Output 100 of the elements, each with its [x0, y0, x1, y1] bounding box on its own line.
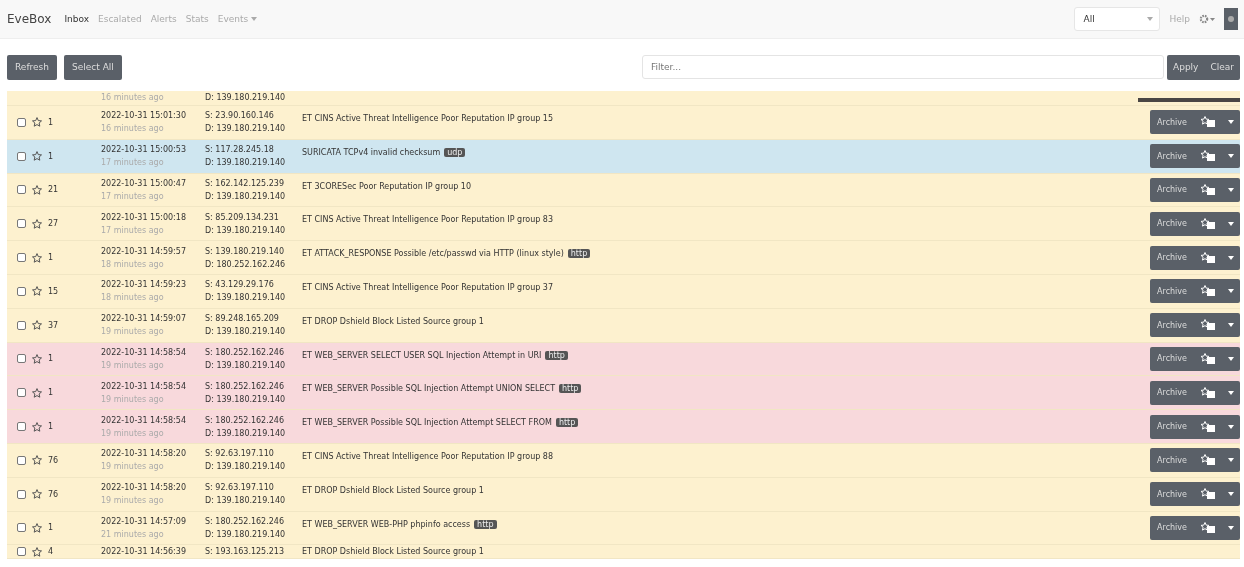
- star-folder-icon: [1200, 454, 1216, 467]
- source-address: S: 180.252.162.246: [205, 516, 286, 526]
- alert-row[interactable]: 1 2022-10-31 15:00:53 17 minutes ago S: 117.28.245.18 D: 139.180.219.140 SURICATA TCPv4 invalid checksum udp Archive: [7, 139, 1240, 174]
- star-icon[interactable]: [32, 489, 42, 500]
- timestamp: 2022-10-31 14:59:57: [101, 246, 187, 256]
- checkbox[interactable]: [17, 253, 26, 263]
- alert-message: ET WEB_SERVER WEB-PHP phpinfo access: [302, 519, 471, 529]
- protocol-tag: http: [474, 519, 497, 529]
- star-folder-icon: [1200, 116, 1216, 129]
- event-count: 21: [48, 185, 59, 195]
- event-count: 1: [48, 253, 54, 263]
- alert-row[interactable]: 1 2022-10-31 14:58:54 19 minutes ago S: 180.252.162.246 D: 139.180.219.140 ET WEB_SERVER Possible SQL Injection Attempt SELECT FROM http Archive: [7, 410, 1240, 444]
- source-address: S: 117.28.245.18: [205, 145, 275, 155]
- source-address: S: 180.252.162.246: [205, 415, 286, 425]
- checkbox[interactable]: [17, 547, 26, 557]
- alert-row[interactable]: 16 minutes ago D: 139.180.219.140: [7, 91, 1240, 106]
- checkbox[interactable]: [17, 286, 26, 296]
- star-icon[interactable]: [32, 286, 42, 297]
- filter-button[interactable]: Apply: [1167, 54, 1205, 80]
- star-icon[interactable]: [32, 387, 42, 398]
- checkbox[interactable]: [17, 489, 26, 499]
- toolbar-button[interactable]: Select All: [64, 54, 122, 80]
- alert-message: ET WEB_SERVER Possible SQL Injection Attempt UNION SELECT: [302, 384, 555, 394]
- nav-link[interactable]: Inbox: [64, 14, 89, 24]
- checkbox[interactable]: [17, 185, 26, 195]
- alert-message: SURICATA TCPv4 invalid checksum: [302, 147, 441, 157]
- alert-row[interactable]: 15 2022-10-31 14:59:23 18 minutes ago S: 43.129.29.176 D: 139.180.219.140 ET CINS Active Threat Intelligence Poor Reputation IP group 37 Archive: [7, 275, 1240, 309]
- caret-icon: [1228, 492, 1234, 497]
- relative-time: 19 minutes ago: [101, 428, 165, 438]
- filter-button[interactable]: Clear: [1204, 54, 1240, 80]
- event-count: 1: [48, 151, 54, 161]
- alert-row[interactable]: 1 2022-10-31 14:59:57 18 minutes ago S: 139.180.219.140 D: 180.252.162.246 ET ATTACK_RESPONSE Possible /etc/passwd via HTTP (linux style) http Archive: [7, 241, 1240, 275]
- star-icon[interactable]: [32, 218, 42, 229]
- checkbox[interactable]: [17, 422, 26, 432]
- destination-address: D: 139.180.219.140: [205, 360, 287, 370]
- star-folder-icon: [1200, 319, 1216, 332]
- relative-time: 16 minutes ago: [101, 93, 165, 102]
- protocol-tag: http: [555, 418, 579, 428]
- star-icon[interactable]: [32, 455, 42, 466]
- alert-row[interactable]: 1 2022-10-31 14:58:54 19 minutes ago S: 180.252.162.246 D: 139.180.219.140 ET WEB_SERVER Possible SQL Injection Attempt UNION SELECT http Archive: [7, 376, 1240, 411]
- star-icon[interactable]: [32, 320, 42, 331]
- destination-address: D: 139.180.219.140: [205, 293, 287, 303]
- alert-row[interactable]: 1 2022-10-31 14:58:54 19 minutes ago S: 180.252.162.246 D: 139.180.219.140 ET WEB_SERVER SELECT USER SQL Injection Attempt in URI http Archive: [7, 342, 1240, 377]
- destination-address: D: 139.180.219.140: [205, 225, 287, 235]
- source-address: S: 43.129.29.176: [205, 280, 275, 290]
- star-icon[interactable]: [32, 151, 42, 162]
- alert-row[interactable]: 1 2022-10-31 14:57:09 21 minutes ago S: 180.252.162.246 D: 139.180.219.140 ET WEB_SERVER WEB-PHP phpinfo access http Archive: [7, 511, 1240, 546]
- user-icon: [1227, 15, 1235, 23]
- alert-row[interactable]: 21 2022-10-31 15:00:47 17 minutes ago S: 162.142.125.239 D: 139.180.219.140 ET 3CORESec Poor Reputation IP group 10 Archive: [7, 173, 1240, 208]
- gear-icon[interactable]: [1199, 14, 1215, 24]
- checkbox[interactable]: [17, 455, 26, 465]
- star-icon[interactable]: [32, 353, 42, 364]
- source-address: S: 85.209.134.231: [205, 212, 280, 222]
- checkbox[interactable]: [17, 320, 26, 330]
- alert-row[interactable]: 27 2022-10-31 15:00:18 17 minutes ago S: 85.209.134.231 D: 139.180.219.140 ET CINS Active Threat Intelligence Poor Reputation IP group 83 Archive: [7, 207, 1240, 242]
- user-button[interactable]: [1224, 8, 1238, 30]
- event-count: 15: [48, 286, 59, 296]
- star-icon[interactable]: [32, 185, 42, 195]
- caret-icon: [1228, 356, 1234, 361]
- filter-field[interactable]: Filter...: [642, 55, 1165, 79]
- timestamp: 2022-10-31 14:59:07: [101, 314, 187, 324]
- star-icon[interactable]: [32, 547, 42, 558]
- checkbox[interactable]: [17, 151, 26, 161]
- toolbar-button[interactable]: Refresh: [7, 54, 57, 80]
- checkbox[interactable]: [17, 354, 26, 364]
- alert-row[interactable]: 76 2022-10-31 14:58:20 19 minutes ago S: 92.63.197.110 D: 139.180.219.140 ET CINS Active Threat Intelligence Poor Reputation IP group 88 Archive: [7, 443, 1240, 478]
- checkbox[interactable]: [17, 523, 26, 533]
- star-folder-icon: [1200, 420, 1216, 433]
- destination-address: D: 139.180.219.140: [205, 192, 287, 201]
- alert-row[interactable]: 76 2022-10-31 14:58:20 19 minutes ago S: 92.63.197.110 D: 139.180.219.140 ET DROP Dshield Block Listed Source group 1 Archive: [7, 477, 1240, 512]
- alert-row[interactable]: 37 2022-10-31 14:59:07 19 minutes ago S: 89.248.165.209 D: 139.180.219.140 ET DROP Dshield Block Listed Source group 1 Archive: [7, 308, 1240, 343]
- star-icon[interactable]: [32, 252, 42, 263]
- checkbox[interactable]: [17, 219, 26, 229]
- caret-icon: [1228, 154, 1234, 159]
- protocol-tag: http: [559, 384, 582, 394]
- time-range-select[interactable]: All: [1074, 7, 1161, 31]
- star-icon[interactable]: [32, 522, 42, 533]
- star-icon[interactable]: [32, 421, 42, 432]
- event-count: 76: [48, 489, 59, 499]
- source-address: S: 23.90.160.146: [205, 111, 275, 121]
- alert-row[interactable]: 4 2022-10-31 14:56:39 S: 193.163.125.213 ET DROP Dshield Block Listed Source group 1: [7, 545, 1240, 560]
- brand-name[interactable]: EveBox: [7, 12, 52, 26]
- relative-time: 18 minutes ago: [101, 293, 165, 303]
- caret-icon: [1228, 323, 1234, 328]
- destination-address: D: 180.252.162.246: [205, 259, 287, 269]
- caret-icon: [1228, 424, 1234, 429]
- checkbox[interactable]: [17, 388, 26, 398]
- alert-row[interactable]: 1 2022-10-31 15:01:30 16 minutes ago S: 23.90.160.146 D: 139.180.219.140 ET CINS Active Threat Intelligence Poor Reputation IP group 15 Archive: [7, 106, 1240, 140]
- protocol-tag: http: [545, 350, 568, 360]
- event-count: 27: [48, 219, 59, 229]
- alert-message: ET CINS Active Threat Intelligence Poor Reputation IP group 37: [302, 283, 553, 292]
- star-icon[interactable]: [32, 117, 42, 128]
- timestamp: 2022-10-31 15:00:53: [101, 145, 187, 155]
- checkbox[interactable]: [17, 117, 26, 127]
- alert-message: ET CINS Active Threat Intelligence Poor Reputation IP group 15: [302, 114, 553, 123]
- caret-icon: [1228, 289, 1234, 294]
- caret-icon: [1228, 390, 1234, 395]
- alert-message: ET 3CORESec Poor Reputation IP group 10: [302, 181, 472, 191]
- source-address: S: 92.63.197.110: [205, 449, 275, 459]
- source-address: S: 180.252.162.246: [205, 381, 286, 391]
